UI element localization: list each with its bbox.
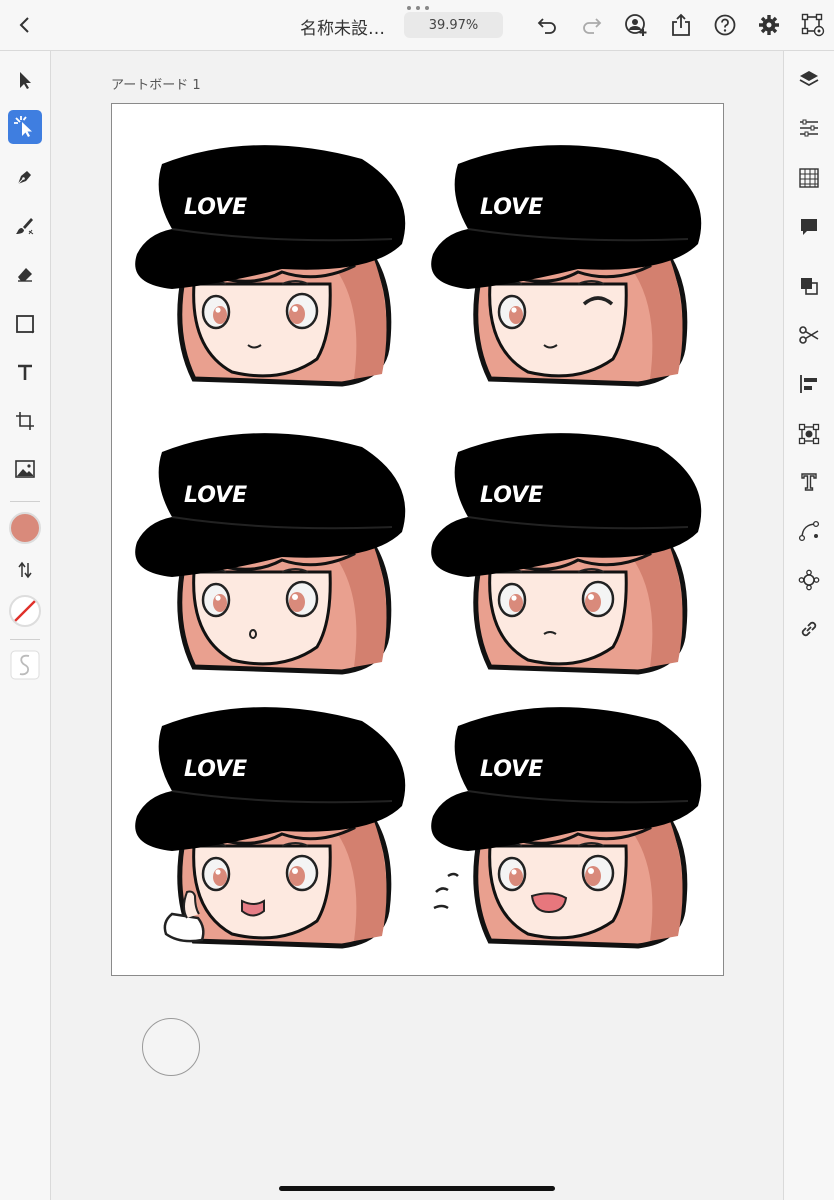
zoom-level[interactable]: 39.97% bbox=[404, 12, 503, 38]
eraser-icon bbox=[18, 268, 32, 282]
crop-tool[interactable] bbox=[8, 404, 42, 438]
type-icon bbox=[801, 473, 817, 491]
toolbar-divider bbox=[10, 501, 40, 502]
link-button[interactable] bbox=[792, 612, 826, 646]
pen-tool[interactable] bbox=[8, 160, 42, 194]
settings-icon bbox=[759, 15, 779, 35]
sticker-smile[interactable]: LOVE bbox=[132, 134, 422, 404]
path-button[interactable] bbox=[792, 514, 826, 548]
help-button[interactable] bbox=[708, 8, 742, 42]
swap-arrows-icon bbox=[18, 561, 32, 579]
sticker-tongue-out[interactable]: LOVE bbox=[132, 696, 422, 966]
share-button[interactable] bbox=[664, 8, 698, 42]
left-toolbar bbox=[0, 51, 51, 1200]
grid-button[interactable] bbox=[792, 161, 826, 195]
selection-tool[interactable] bbox=[8, 63, 42, 97]
hat-love-text: LOVE bbox=[480, 757, 543, 782]
align-button[interactable] bbox=[792, 367, 826, 401]
prototype-button[interactable] bbox=[796, 8, 830, 42]
artboard-label[interactable]: アートボード 1 bbox=[111, 74, 201, 93]
direct-selection-icon bbox=[14, 116, 32, 137]
comment-icon bbox=[801, 219, 817, 235]
layers-icon bbox=[799, 71, 819, 87]
smooth-path-icon bbox=[10, 650, 40, 680]
selection-arrow-icon bbox=[20, 72, 31, 89]
right-panel bbox=[783, 51, 834, 1200]
hat-love-text: LOVE bbox=[184, 195, 247, 220]
transform-button[interactable] bbox=[792, 417, 826, 451]
undo-icon bbox=[537, 18, 556, 34]
sticker-neutral[interactable]: LOVE bbox=[428, 422, 718, 692]
properties-icon bbox=[800, 119, 818, 137]
path-icon bbox=[798, 520, 820, 542]
align-left-icon bbox=[800, 375, 817, 393]
undo-button[interactable] bbox=[530, 8, 564, 42]
fill-color-swatch[interactable] bbox=[9, 512, 41, 544]
redo-icon bbox=[583, 18, 602, 34]
text-icon bbox=[18, 364, 32, 380]
settings-button[interactable] bbox=[752, 8, 786, 42]
redo-button[interactable] bbox=[575, 8, 609, 42]
pen-icon bbox=[17, 171, 31, 185]
invite-user-icon bbox=[625, 14, 647, 36]
more-dots-icon[interactable] bbox=[406, 5, 430, 11]
rectangle-icon bbox=[16, 315, 35, 334]
share-icon bbox=[672, 13, 690, 36]
hat-love-text: LOVE bbox=[184, 483, 247, 508]
home-indicator bbox=[279, 1186, 555, 1191]
combine-button[interactable] bbox=[792, 269, 826, 303]
prototype-icon bbox=[801, 13, 825, 37]
toolbar-divider bbox=[10, 639, 40, 640]
repeat-icon bbox=[798, 569, 820, 591]
swap-colors-button[interactable] bbox=[8, 553, 42, 587]
sticker-shout[interactable]: LOVE bbox=[428, 696, 718, 966]
grid-icon bbox=[799, 168, 819, 188]
no-stroke-icon bbox=[12, 598, 38, 624]
combine-icon bbox=[801, 278, 818, 295]
scissors-button[interactable] bbox=[792, 318, 826, 352]
help-icon bbox=[714, 14, 736, 36]
document-title[interactable]: 名称未設… bbox=[300, 14, 385, 39]
hat-love-text: LOVE bbox=[480, 483, 543, 508]
top-toolbar: 名称未設… 39.97% bbox=[0, 0, 834, 51]
quick-action-circle[interactable] bbox=[142, 1018, 200, 1076]
properties-button[interactable] bbox=[792, 111, 826, 145]
repeat-grid-button[interactable] bbox=[792, 563, 826, 597]
image-icon bbox=[15, 460, 35, 478]
crop-icon bbox=[16, 412, 34, 430]
brush-icon bbox=[16, 218, 34, 235]
direct-selection-tool[interactable] bbox=[8, 110, 42, 144]
shape-tool[interactable] bbox=[8, 307, 42, 341]
brush-tool[interactable] bbox=[8, 209, 42, 243]
back-button[interactable] bbox=[8, 8, 42, 42]
sticker-wink[interactable]: LOVE bbox=[428, 134, 718, 404]
hat-love-text: LOVE bbox=[480, 195, 543, 220]
text-tool[interactable] bbox=[8, 355, 42, 389]
sticker-surprised[interactable]: LOVE bbox=[132, 422, 422, 692]
transform-icon bbox=[798, 423, 820, 445]
invite-button[interactable] bbox=[619, 8, 653, 42]
image-tool[interactable] bbox=[8, 452, 42, 486]
artboard[interactable]: LOVE LOVE LOVE LOVE LOVE LOVE bbox=[111, 103, 724, 976]
link-icon bbox=[801, 621, 817, 637]
hat-love-text: LOVE bbox=[184, 757, 247, 782]
scissors-icon bbox=[799, 326, 819, 344]
comments-button[interactable] bbox=[792, 210, 826, 244]
layers-button[interactable] bbox=[792, 62, 826, 96]
chevron-left-icon bbox=[19, 17, 29, 33]
eraser-tool[interactable] bbox=[8, 257, 42, 291]
type-button[interactable] bbox=[792, 465, 826, 499]
smooth-tool[interactable] bbox=[8, 648, 42, 682]
stroke-color-swatch[interactable] bbox=[9, 595, 41, 627]
